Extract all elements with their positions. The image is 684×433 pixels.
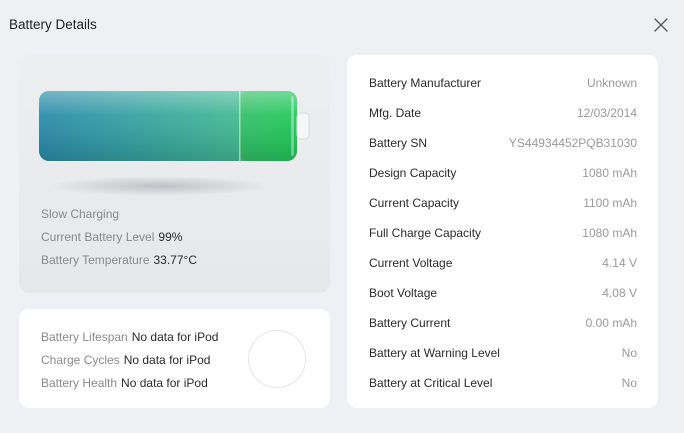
- battery-health-label: Battery Health: [41, 376, 118, 390]
- close-button[interactable]: [650, 14, 672, 36]
- battery-health-value: No data for iPod: [121, 376, 208, 390]
- detail-row-serial: Battery SN YS44934452PQB31030: [369, 134, 637, 152]
- battery-temperature-label: Battery Temperature: [41, 253, 150, 267]
- detail-row-current-voltage: Current Voltage 4.14 V: [369, 254, 637, 272]
- lifespan-value: No data for iPod: [131, 330, 219, 344]
- boot-voltage-label: Boot Voltage: [369, 286, 438, 300]
- detail-row-manufacturer: Battery Manufacturer Unknown: [369, 74, 637, 92]
- manufacturer-value: Unknown: [586, 76, 637, 90]
- full-charge-capacity-label: Full Charge Capacity: [369, 226, 482, 240]
- critical-level-label: Battery at Critical Level: [369, 376, 493, 390]
- battery-level-label: Current Battery Level: [41, 230, 155, 244]
- boot-voltage-value: 4.08 V: [602, 286, 637, 300]
- mfg-date-label: Mfg. Date: [369, 106, 422, 120]
- battery-level-value: 99%: [158, 230, 183, 244]
- battery-level-row: Current Battery Level 99%: [41, 230, 182, 244]
- battery-status-card: Slow Charging Current Battery Level 99% B…: [19, 55, 330, 293]
- current-capacity-value: 1100 mAh: [583, 196, 637, 210]
- detail-row-current-capacity: Current Capacity 1100 mAh: [369, 194, 637, 212]
- battery-icon: [39, 91, 310, 196]
- charging-status-label: Slow Charging: [41, 207, 120, 221]
- detail-row-full-charge-capacity: Full Charge Capacity 1080 mAh: [369, 224, 637, 242]
- warning-level-value: No: [621, 346, 637, 360]
- battery-terminal: [296, 112, 310, 140]
- mfg-date-value: 12/03/2014: [576, 106, 637, 120]
- battery-temperature-row: Battery Temperature 33.77°C: [41, 253, 197, 267]
- battery-details-window: Battery Details Slow Charging Current Ba…: [0, 0, 684, 433]
- battery-lifespan-card: Battery Lifespan No data for iPod Charge …: [19, 309, 330, 408]
- detail-row-design-capacity: Design Capacity 1080 mAh: [369, 164, 637, 182]
- design-capacity-label: Design Capacity: [369, 166, 457, 180]
- charge-cycles-value: No data for iPod: [123, 353, 211, 367]
- close-icon: [654, 18, 668, 32]
- lifespan-label: Battery Lifespan: [41, 330, 128, 344]
- battery-temperature-value: 33.77°C: [153, 253, 198, 267]
- detail-row-warning-level: Battery at Warning Level No: [369, 344, 637, 362]
- current-voltage-label: Current Voltage: [369, 256, 453, 270]
- full-charge-capacity-value: 1080 mAh: [582, 226, 637, 240]
- health-ring-indicator: [248, 330, 306, 388]
- battery-details-card: Battery Manufacturer Unknown Mfg. Date 1…: [347, 55, 658, 408]
- window-title: Battery Details: [9, 17, 97, 32]
- detail-row-battery-current: Battery Current 0.00 mAh: [369, 314, 637, 332]
- charge-cycles-row: Charge Cycles No data for iPod: [41, 353, 210, 367]
- critical-level-value: No: [621, 376, 637, 390]
- current-voltage-value: 4.14 V: [602, 256, 637, 270]
- battery-current-label: Battery Current: [369, 316, 451, 330]
- design-capacity-value: 1080 mAh: [582, 166, 637, 180]
- serial-label: Battery SN: [369, 136, 428, 150]
- charging-status: Slow Charging: [41, 207, 119, 221]
- serial-value: YS44934452PQB31030: [508, 136, 637, 150]
- detail-row-boot-voltage: Boot Voltage 4.08 V: [369, 284, 637, 302]
- manufacturer-label: Battery Manufacturer: [369, 76, 482, 90]
- charge-cycles-label: Charge Cycles: [41, 353, 120, 367]
- battery-current-value: 0.00 mAh: [585, 316, 637, 330]
- lifespan-row: Battery Lifespan No data for iPod: [41, 330, 218, 344]
- battery-health-row: Battery Health No data for iPod: [41, 376, 208, 390]
- current-capacity-label: Current Capacity: [369, 196, 460, 210]
- warning-level-label: Battery at Warning Level: [369, 346, 500, 360]
- detail-row-critical-level: Battery at Critical Level No: [369, 374, 637, 392]
- detail-row-mfg-date: Mfg. Date 12/03/2014: [369, 104, 637, 122]
